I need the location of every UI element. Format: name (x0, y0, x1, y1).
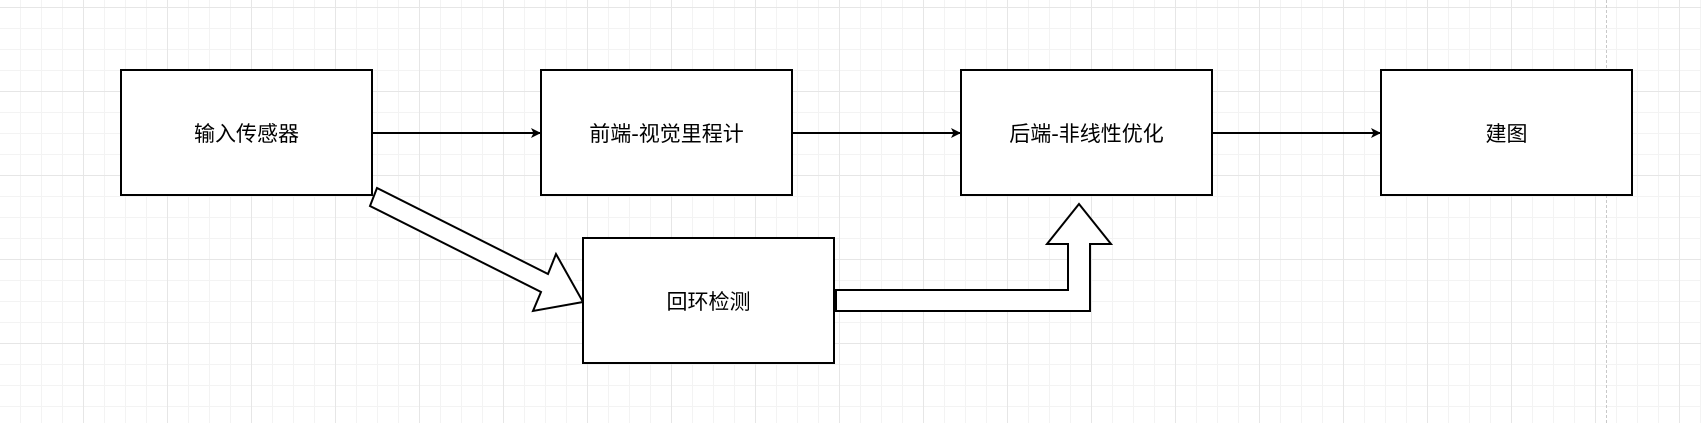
node-input-sensor[interactable]: 输入传感器 (120, 69, 373, 196)
diagram-canvas: 输入传感器 前端-视觉里程计 后端-非线性优化 建图 回环检测 (0, 0, 1701, 423)
node-label: 前端-视觉里程计 (589, 121, 744, 146)
block-arrow-input-to-loop (368, 186, 585, 313)
node-backend-nonlinear-optimization[interactable]: 后端-非线性优化 (960, 69, 1213, 196)
edge-layer (368, 128, 1381, 313)
block-arrow-loop-to-backend-shape (835, 202, 1114, 312)
node-label: 回环检测 (666, 289, 751, 314)
node-mapping[interactable]: 建图 (1380, 69, 1633, 196)
node-label: 建图 (1485, 121, 1528, 146)
node-label: 输入传感器 (194, 121, 299, 146)
node-loop-closure-detection[interactable]: 回环检测 (582, 237, 835, 364)
node-label: 后端-非线性优化 (1009, 121, 1164, 146)
node-frontend-visual-odometry[interactable]: 前端-视觉里程计 (540, 69, 793, 196)
